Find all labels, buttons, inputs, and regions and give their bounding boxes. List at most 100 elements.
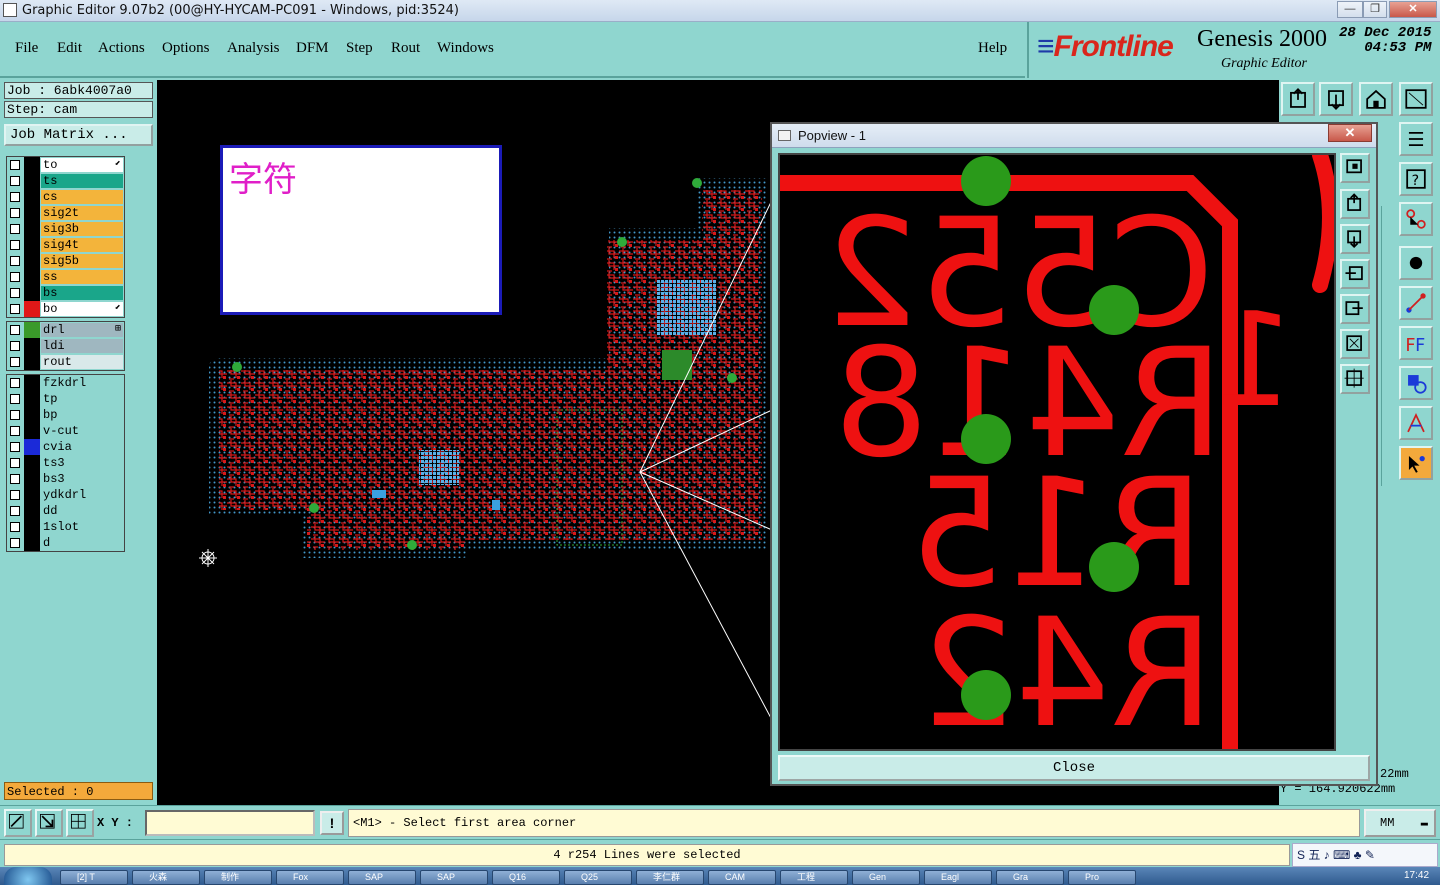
- layer-row-d[interactable]: d: [7, 535, 124, 551]
- popview-pan-left-icon[interactable]: [1340, 259, 1370, 289]
- layer-row-ldi[interactable]: ldi: [7, 338, 124, 354]
- grid-snap-icon[interactable]: [66, 809, 94, 837]
- layer-name[interactable]: sig3b: [41, 222, 123, 236]
- layer-name[interactable]: sig5b: [41, 254, 123, 268]
- layer-affected-swatch[interactable]: [24, 205, 40, 221]
- line-tool-icon[interactable]: [1399, 286, 1433, 320]
- taskbar-item[interactable]: SAP: [348, 870, 416, 885]
- menu-help[interactable]: Help: [978, 40, 1007, 57]
- layer-checkbox[interactable]: [10, 325, 20, 335]
- layer-row-fzkdrl[interactable]: fzkdrl: [7, 375, 124, 391]
- taskbar-item[interactable]: Eagl: [924, 870, 992, 885]
- layer-name[interactable]: sig4t: [41, 238, 123, 252]
- popview-close-button[interactable]: Close: [778, 755, 1370, 781]
- layer-row-sig2t[interactable]: sig2t: [7, 205, 124, 221]
- layer-affected-swatch[interactable]: [24, 285, 40, 301]
- shape-tool-icon[interactable]: [1399, 366, 1433, 400]
- layer-name[interactable]: dd: [41, 504, 123, 518]
- popview-close-x-button[interactable]: ✕: [1328, 124, 1372, 142]
- fit-view-icon[interactable]: [1399, 82, 1433, 116]
- layer-checkbox[interactable]: [10, 474, 20, 484]
- taskbar-item[interactable]: 火森: [132, 870, 200, 885]
- layer-row-bs[interactable]: bs: [7, 285, 124, 301]
- taskbar-item[interactable]: 工程: [780, 870, 848, 885]
- layer-name[interactable]: d: [41, 536, 123, 550]
- snap-tool-icon[interactable]: [1399, 122, 1433, 156]
- pad-tool-icon[interactable]: [1399, 246, 1433, 280]
- layer-checkbox[interactable]: [10, 176, 20, 186]
- arc-tool-icon[interactable]: [1399, 406, 1433, 440]
- layer-name[interactable]: bp: [41, 408, 123, 422]
- taskbar-item[interactable]: 制作: [204, 870, 272, 885]
- layer-name[interactable]: cs: [41, 190, 123, 204]
- layer-affected-swatch[interactable]: [24, 423, 40, 439]
- layer-affected-swatch[interactable]: [24, 269, 40, 285]
- layer-affected-swatch[interactable]: [24, 503, 40, 519]
- layer-name[interactable]: ts: [41, 174, 123, 188]
- window-titlebar[interactable]: Graphic Editor 9.07b2 (00@HY-HYCAM-PC091…: [0, 0, 1440, 22]
- layer-checkbox[interactable]: [10, 506, 20, 516]
- units-select[interactable]: MM ▬: [1364, 809, 1436, 837]
- layer-row-sig5b[interactable]: sig5b: [7, 253, 124, 269]
- layer-name[interactable]: ss: [41, 270, 123, 284]
- layer-name[interactable]: v-cut: [41, 424, 123, 438]
- minimize-button[interactable]: —: [1337, 1, 1363, 18]
- layer-row-ydkdrl[interactable]: ydkdrl: [7, 487, 124, 503]
- start-button-icon[interactable]: [4, 867, 52, 885]
- menu-options[interactable]: Options: [162, 40, 210, 57]
- layer-name[interactable]: rout: [41, 355, 123, 369]
- taskbar-item[interactable]: Gra: [996, 870, 1064, 885]
- home-view-icon[interactable]: [1359, 82, 1393, 116]
- layer-name[interactable]: bs3: [41, 472, 123, 486]
- layer-name[interactable]: to ⬋: [41, 158, 123, 172]
- zoom-area-icon[interactable]: [4, 809, 32, 837]
- menu-analysis[interactable]: Analysis: [227, 40, 280, 57]
- layer-name[interactable]: ydkdrl: [41, 488, 123, 502]
- menu-edit[interactable]: Edit: [57, 40, 82, 57]
- xy-coordinate-input[interactable]: [145, 810, 315, 836]
- layer-affected-swatch[interactable]: [24, 173, 40, 189]
- warning-button[interactable]: !: [320, 811, 344, 835]
- layer-row-ss[interactable]: ss: [7, 269, 124, 285]
- layer-row-bp[interactable]: bp: [7, 407, 124, 423]
- layer-row-rout[interactable]: rout: [7, 354, 124, 370]
- layer-affected-swatch[interactable]: [24, 221, 40, 237]
- layer-row-bo[interactable]: bo ⬋: [7, 301, 124, 317]
- close-button[interactable]: ✕: [1389, 1, 1437, 18]
- menu-file[interactable]: File: [15, 40, 38, 57]
- layer-affected-swatch[interactable]: [24, 487, 40, 503]
- taskbar-item[interactable]: SAP: [420, 870, 488, 885]
- layer-checkbox[interactable]: [10, 256, 20, 266]
- layer-checkbox[interactable]: [10, 341, 20, 351]
- layer-row-dd[interactable]: dd: [7, 503, 124, 519]
- layer-affected-swatch[interactable]: [24, 301, 40, 317]
- layer-row-cs[interactable]: cs: [7, 189, 124, 205]
- layer-row-sig4t[interactable]: sig4t: [7, 237, 124, 253]
- select-tool-icon[interactable]: [1399, 446, 1433, 480]
- layer-checkbox[interactable]: [10, 538, 20, 548]
- layer-name[interactable]: cvia: [41, 440, 123, 454]
- layer-row-drl[interactable]: drl ⊞: [7, 322, 124, 338]
- menu-dfm[interactable]: DFM: [296, 40, 329, 57]
- menu-step[interactable]: Step: [346, 40, 373, 57]
- zoom-out-tool-icon[interactable]: [1319, 82, 1353, 116]
- layer-affected-swatch[interactable]: [24, 391, 40, 407]
- zoom-point-icon[interactable]: [35, 809, 63, 837]
- layer-affected-swatch[interactable]: [24, 338, 40, 354]
- layer-checkbox[interactable]: [10, 394, 20, 404]
- layer-checkbox[interactable]: [10, 240, 20, 250]
- layer-affected-swatch[interactable]: [24, 354, 40, 370]
- taskbar-item[interactable]: Q16: [492, 870, 560, 885]
- layer-affected-swatch[interactable]: [24, 189, 40, 205]
- zoom-in-tool-icon[interactable]: [1281, 82, 1315, 116]
- layer-checkbox[interactable]: [10, 272, 20, 282]
- popview-titlebar[interactable]: Popview - 1 ✕: [772, 124, 1376, 148]
- text-tool-icon[interactable]: FF: [1399, 326, 1433, 360]
- layer-checkbox[interactable]: [10, 442, 20, 452]
- taskbar-item[interactable]: [2] T: [60, 870, 128, 885]
- layer-name[interactable]: drl ⊞: [41, 323, 123, 337]
- layer-name[interactable]: 1slot: [41, 520, 123, 534]
- layer-checkbox[interactable]: [10, 208, 20, 218]
- popview-fit-icon[interactable]: [1340, 329, 1370, 359]
- taskbar-item[interactable]: CAM: [708, 870, 776, 885]
